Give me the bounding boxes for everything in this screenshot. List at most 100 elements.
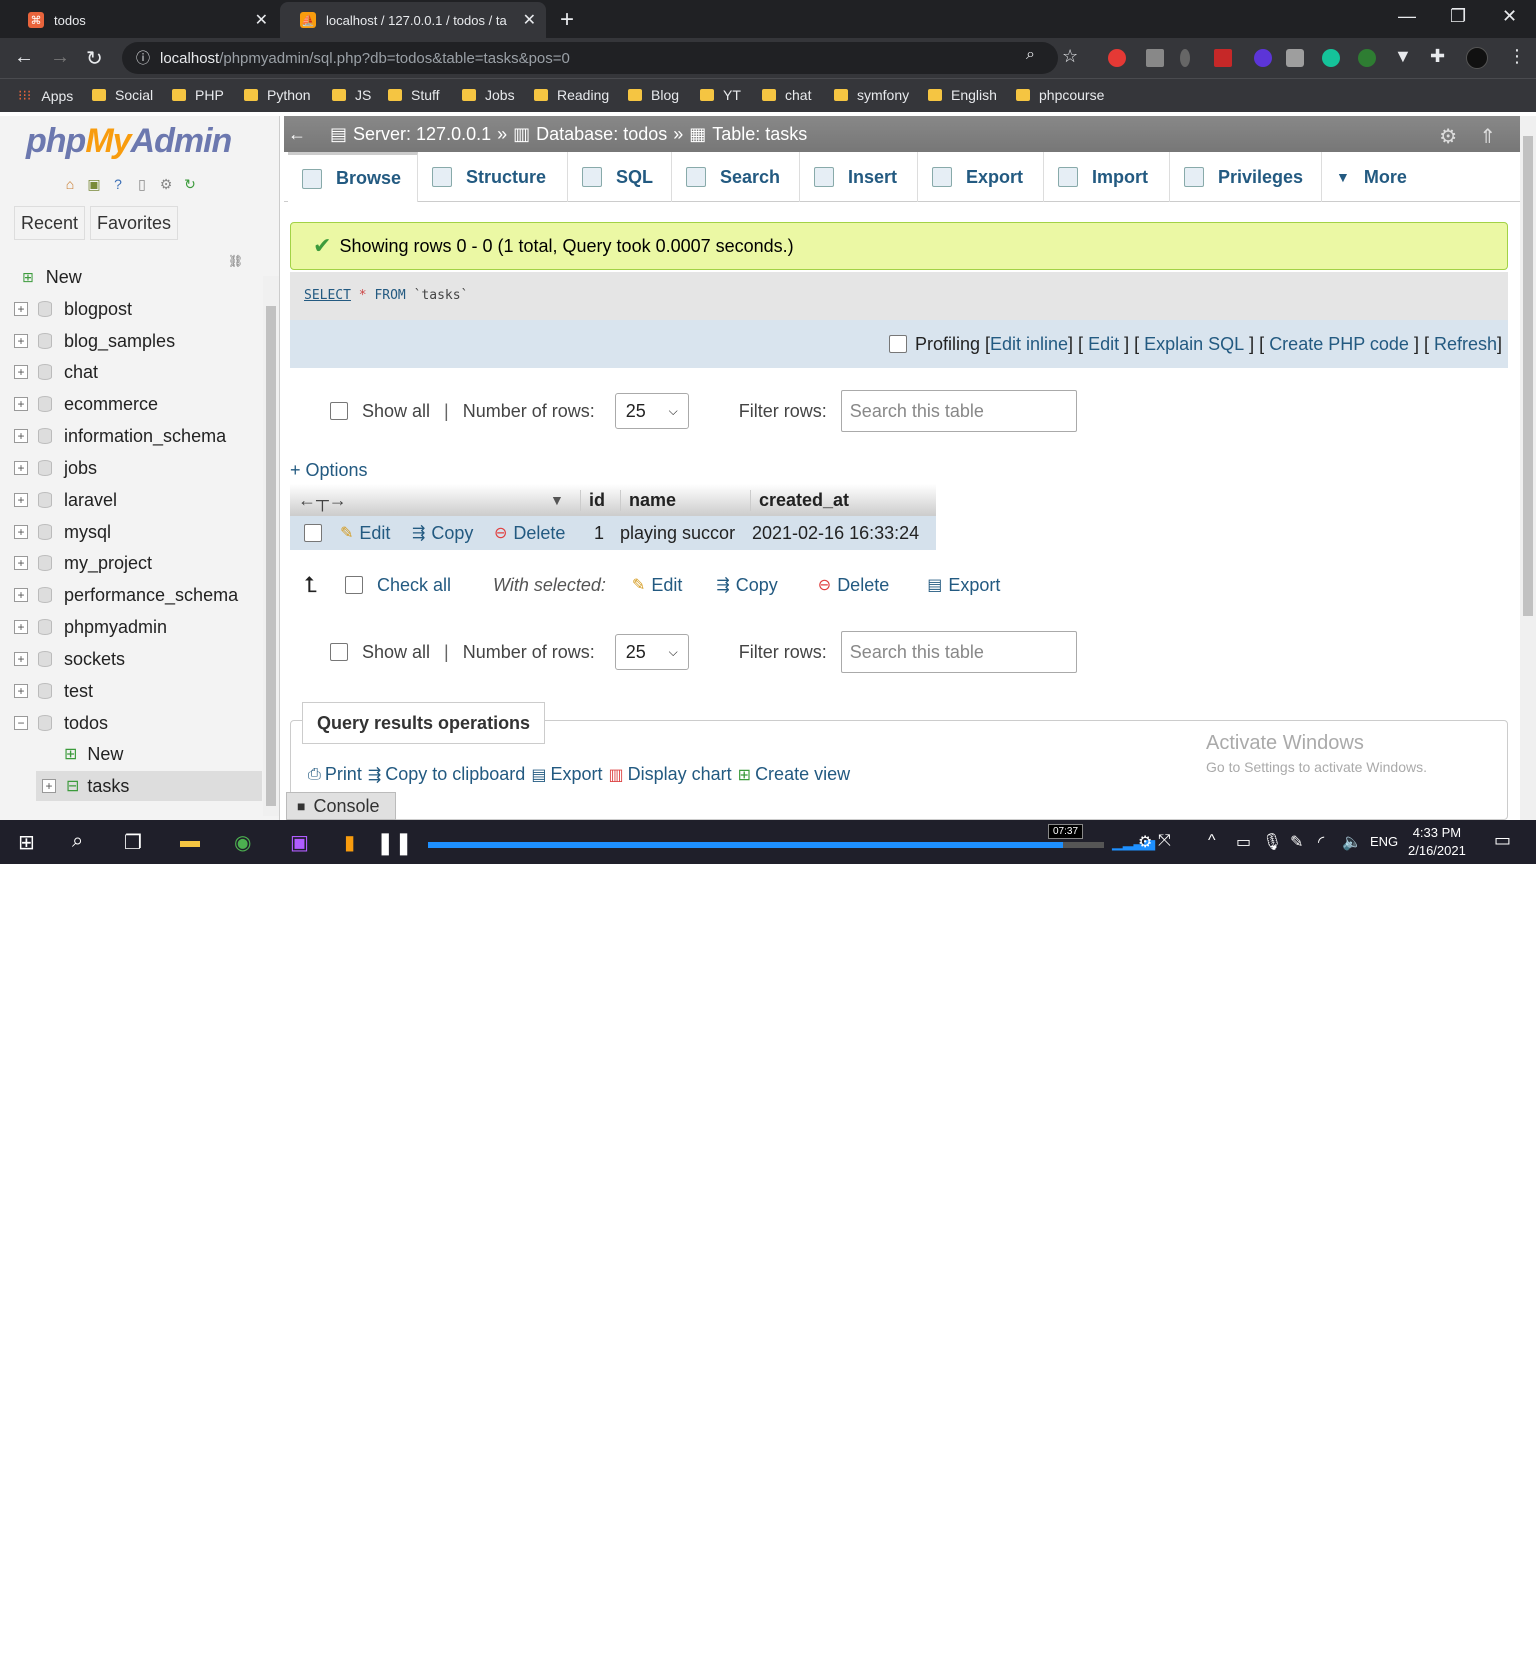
explain-sql-link[interactable]: Explain SQL xyxy=(1144,334,1244,355)
wifi-icon[interactable]: ◜ xyxy=(1318,832,1324,852)
bulk-delete-button[interactable]: ⊖ Delete xyxy=(818,575,889,596)
check-all-checkbox[interactable] xyxy=(344,576,363,594)
bookmark-folder[interactable]: phpcourse xyxy=(1016,87,1104,103)
tree-db-phpmyadmin[interactable]: + phpmyadmin xyxy=(14,612,167,642)
filter-rows-input[interactable]: Search this table xyxy=(840,631,1077,673)
new-tab-icon[interactable]: + xyxy=(560,6,574,34)
settings-gear-icon[interactable]: ⚙ xyxy=(1439,126,1457,148)
column-header-name[interactable]: name xyxy=(620,489,750,511)
table-row[interactable]: ✎ Edit ⇶ Copy ⊖ Delete 1 playing succor 202… xyxy=(290,516,936,550)
create-php-code-link[interactable]: Create PHP code xyxy=(1269,334,1409,355)
video-settings-icon[interactable]: ⚙ xyxy=(1138,832,1152,852)
copy-to-clipboard-link[interactable]: ⇶ Copy to clipboard xyxy=(368,764,526,785)
tab-sql[interactable]: SQL xyxy=(568,152,672,202)
display-chart-link[interactable]: ▥ Display chart xyxy=(608,764,731,785)
settings-icon[interactable]: ⚙ xyxy=(156,174,176,194)
sort-dropdown-icon[interactable]: ▼ xyxy=(550,492,580,508)
print-link[interactable]: ⎙ Print xyxy=(308,764,362,785)
refresh-link[interactable]: Refresh xyxy=(1434,334,1497,355)
tree-db-performance-schema[interactable]: + performance_schema xyxy=(14,580,238,610)
bulk-export-button[interactable]: ▤ Export xyxy=(927,575,1000,596)
window-close-icon[interactable]: ✕ xyxy=(1502,6,1517,27)
reload-nav-icon[interactable]: ↻ xyxy=(180,174,200,194)
scrollbar-thumb[interactable] xyxy=(266,306,276,806)
tree-db-jobs[interactable]: + jobs xyxy=(14,453,97,483)
fullscreen-icon[interactable]: ⤧ xyxy=(1158,832,1171,850)
extension-icon[interactable] xyxy=(1286,49,1304,67)
expand-icon[interactable]: + xyxy=(14,525,28,539)
filter-rows-input[interactable]: Search this table xyxy=(840,390,1077,432)
extension-v-icon[interactable]: ▼ xyxy=(1394,46,1412,67)
speaker-icon[interactable]: 🔈 xyxy=(1342,832,1362,852)
browser-tab-todos[interactable]: ⌘ todos ✕ xyxy=(8,2,278,38)
cell-id[interactable]: 1 xyxy=(590,523,620,544)
tab-export[interactable]: Export xyxy=(918,152,1044,202)
windows-start-icon[interactable]: ⊞ xyxy=(18,830,35,855)
breadcrumb-server[interactable]: Server: 127.0.0.1 xyxy=(353,124,491,145)
extension-icon[interactable] xyxy=(1180,49,1190,67)
export-link[interactable]: ▤ Export xyxy=(531,764,602,785)
forward-icon[interactable]: → xyxy=(50,46,70,69)
collapse-nav-icon[interactable]: ← xyxy=(288,124,306,145)
bulk-edit-button[interactable]: ✎ Edit xyxy=(632,575,682,596)
tab-more[interactable]: ▼ More xyxy=(1322,152,1432,202)
bookmark-apps[interactable]: ⁝⁝⁝ Apps xyxy=(18,87,73,104)
bookmark-folder[interactable]: Blog xyxy=(628,87,679,103)
breadcrumb-database[interactable]: Database: todos xyxy=(536,124,667,145)
bookmark-folder[interactable]: JS xyxy=(332,87,371,103)
show-all-checkbox[interactable] xyxy=(330,402,348,420)
tab-browse[interactable]: Browse xyxy=(288,152,418,202)
logout-icon[interactable]: ▣ xyxy=(84,174,104,194)
tab-import[interactable]: Import xyxy=(1044,152,1170,202)
video-progress-bar[interactable] xyxy=(428,842,1104,848)
close-tab-icon[interactable]: ✕ xyxy=(523,10,536,30)
row-edit-button[interactable]: ✎ Edit xyxy=(340,523,412,544)
sidebar-scrollbar[interactable] xyxy=(263,276,279,816)
row-copy-button[interactable]: ⇶ Copy xyxy=(412,523,494,544)
expand-icon[interactable]: + xyxy=(14,302,28,316)
bookmark-folder[interactable]: Reading xyxy=(534,87,609,103)
help-icon[interactable]: ? xyxy=(108,174,128,194)
microphone-icon[interactable]: 🎙 xyxy=(1262,832,1282,852)
profile-avatar[interactable] xyxy=(1466,47,1488,69)
favorites-button[interactable]: Favorites xyxy=(90,206,179,240)
collapse-icon[interactable]: − xyxy=(14,716,28,730)
tree-db-todos[interactable]: − todos xyxy=(14,708,108,738)
create-view-link[interactable]: ⊞ Create view xyxy=(738,764,850,785)
extension-icon[interactable] xyxy=(1358,49,1376,67)
task-view-icon[interactable]: ❐ xyxy=(124,830,142,855)
tree-db-ecommerce[interactable]: + ecommerce xyxy=(14,389,158,419)
tree-db-information-schema[interactable]: + information_schema xyxy=(14,421,226,451)
phpmyadmin-logo[interactable]: phpMyAdmin xyxy=(26,122,232,161)
notifications-icon[interactable]: ▭ xyxy=(1494,830,1511,851)
collapse-arrow-icon[interactable]: ⇑ xyxy=(1479,126,1496,148)
expand-icon[interactable]: + xyxy=(14,461,28,475)
column-header-id[interactable]: id xyxy=(580,489,620,511)
reload-icon[interactable]: ↻ xyxy=(86,46,103,71)
expand-icon[interactable]: + xyxy=(14,652,28,666)
bookmark-folder[interactable]: chat xyxy=(762,87,811,103)
recent-button[interactable]: Recent xyxy=(14,206,86,240)
extension-icon[interactable] xyxy=(1214,49,1232,67)
expand-icon[interactable]: + xyxy=(14,429,28,443)
zoom-icon[interactable]: ⌕ xyxy=(1026,46,1035,64)
tree-db-chat[interactable]: + chat xyxy=(14,357,98,387)
tree-db-my-project[interactable]: + my_project xyxy=(14,548,152,578)
minimize-icon[interactable]: — xyxy=(1398,6,1416,27)
tree-db-mysql[interactable]: + mysql xyxy=(14,517,111,547)
close-tab-icon[interactable]: ✕ xyxy=(255,10,268,30)
bulk-copy-button[interactable]: ⇶ Copy xyxy=(716,575,777,596)
tree-db-blogpost[interactable]: + blogpost xyxy=(14,294,132,324)
rows-per-page-select[interactable]: 25 ⌵ xyxy=(614,393,689,429)
tab-insert[interactable]: Insert xyxy=(800,152,918,202)
pause-icon[interactable]: ❚❚ xyxy=(376,830,413,856)
restore-icon[interactable]: ❐ xyxy=(1450,6,1466,27)
expand-icon[interactable]: + xyxy=(14,397,28,411)
expand-icon[interactable]: + xyxy=(14,493,28,507)
breadcrumb-table[interactable]: Table: tasks xyxy=(712,124,807,145)
ime-icon[interactable]: ✎ xyxy=(1290,832,1303,852)
main-scrollbar[interactable] xyxy=(1520,116,1536,820)
phpstorm-icon[interactable]: ▣ xyxy=(290,830,309,855)
tab-privileges[interactable]: Privileges xyxy=(1170,152,1322,202)
tray-chevron-icon[interactable]: ^ xyxy=(1208,832,1216,850)
